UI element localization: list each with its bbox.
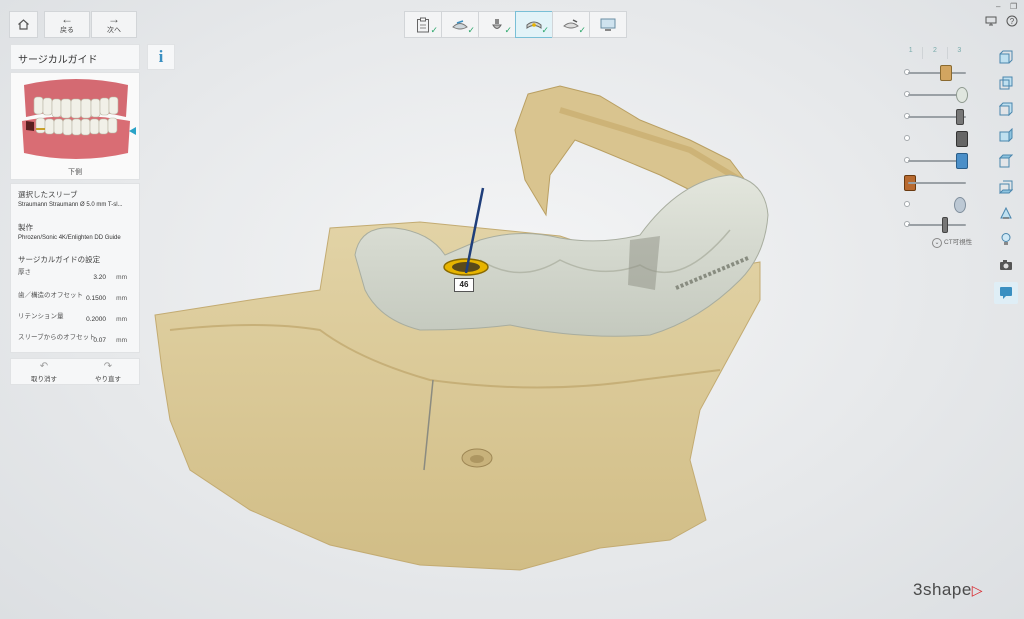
ct-visibility-toggle[interactable]: ⌄ CT可視性 bbox=[932, 236, 972, 248]
cube-right-icon bbox=[999, 128, 1013, 142]
view-left-button[interactable] bbox=[994, 98, 1018, 120]
chevron-down-icon: ⌄ bbox=[932, 238, 942, 248]
tab-3[interactable]: 3 bbox=[948, 47, 971, 59]
camera-icon bbox=[1000, 260, 1012, 270]
visibility-tabs: 1 2 3 bbox=[899, 47, 971, 59]
visibility-slider-ct[interactable] bbox=[904, 217, 970, 233]
lightbulb-icon bbox=[1001, 233, 1011, 245]
cube-left-icon bbox=[999, 102, 1013, 116]
cube-front-icon bbox=[999, 50, 1013, 64]
annotation-button[interactable] bbox=[994, 282, 1018, 304]
ct-visibility-label: CT可視性 bbox=[944, 239, 973, 246]
visibility-slider-guide[interactable] bbox=[904, 87, 970, 103]
tab-2[interactable]: 2 bbox=[923, 47, 948, 59]
minimize-button[interactable]: – bbox=[996, 2, 1000, 11]
3shape-logo: 3shape▷ bbox=[913, 580, 983, 600]
measure-button[interactable] bbox=[994, 202, 1018, 224]
view-bottom-button[interactable] bbox=[994, 176, 1018, 198]
view-front-button[interactable] bbox=[994, 46, 1018, 68]
logo-text: 3shape bbox=[913, 580, 972, 599]
visibility-slider-implant[interactable] bbox=[904, 109, 970, 125]
view-back-button[interactable] bbox=[994, 72, 1018, 94]
tab-1[interactable]: 1 bbox=[899, 47, 924, 59]
lighting-button[interactable] bbox=[994, 228, 1018, 250]
screenshot-button[interactable] bbox=[994, 254, 1018, 276]
svg-text:?: ? bbox=[1010, 17, 1015, 26]
help-icon[interactable]: ? bbox=[1005, 14, 1019, 28]
visibility-slider-abutment[interactable] bbox=[904, 131, 970, 147]
view-top-button[interactable] bbox=[994, 150, 1018, 172]
measure-icon bbox=[1000, 206, 1012, 219]
comment-icon bbox=[1000, 287, 1012, 299]
visibility-slider-bone[interactable] bbox=[904, 175, 970, 191]
3d-viewport[interactable] bbox=[0, 0, 1024, 619]
tooth-number-label[interactable]: 46 bbox=[454, 278, 474, 292]
restore-button[interactable]: ❐ bbox=[1010, 2, 1017, 11]
view-right-button[interactable] bbox=[994, 124, 1018, 146]
cube-back-icon bbox=[999, 76, 1013, 90]
cube-top-icon bbox=[999, 154, 1013, 168]
monitor-settings-icon[interactable] bbox=[984, 14, 998, 28]
cube-bottom-icon bbox=[999, 180, 1013, 194]
visibility-slider-drill[interactable] bbox=[904, 153, 970, 169]
logo-triangle-icon: ▷ bbox=[971, 582, 984, 598]
visibility-slider-sleeve[interactable] bbox=[904, 65, 970, 81]
visibility-slider-scan[interactable] bbox=[904, 197, 970, 213]
